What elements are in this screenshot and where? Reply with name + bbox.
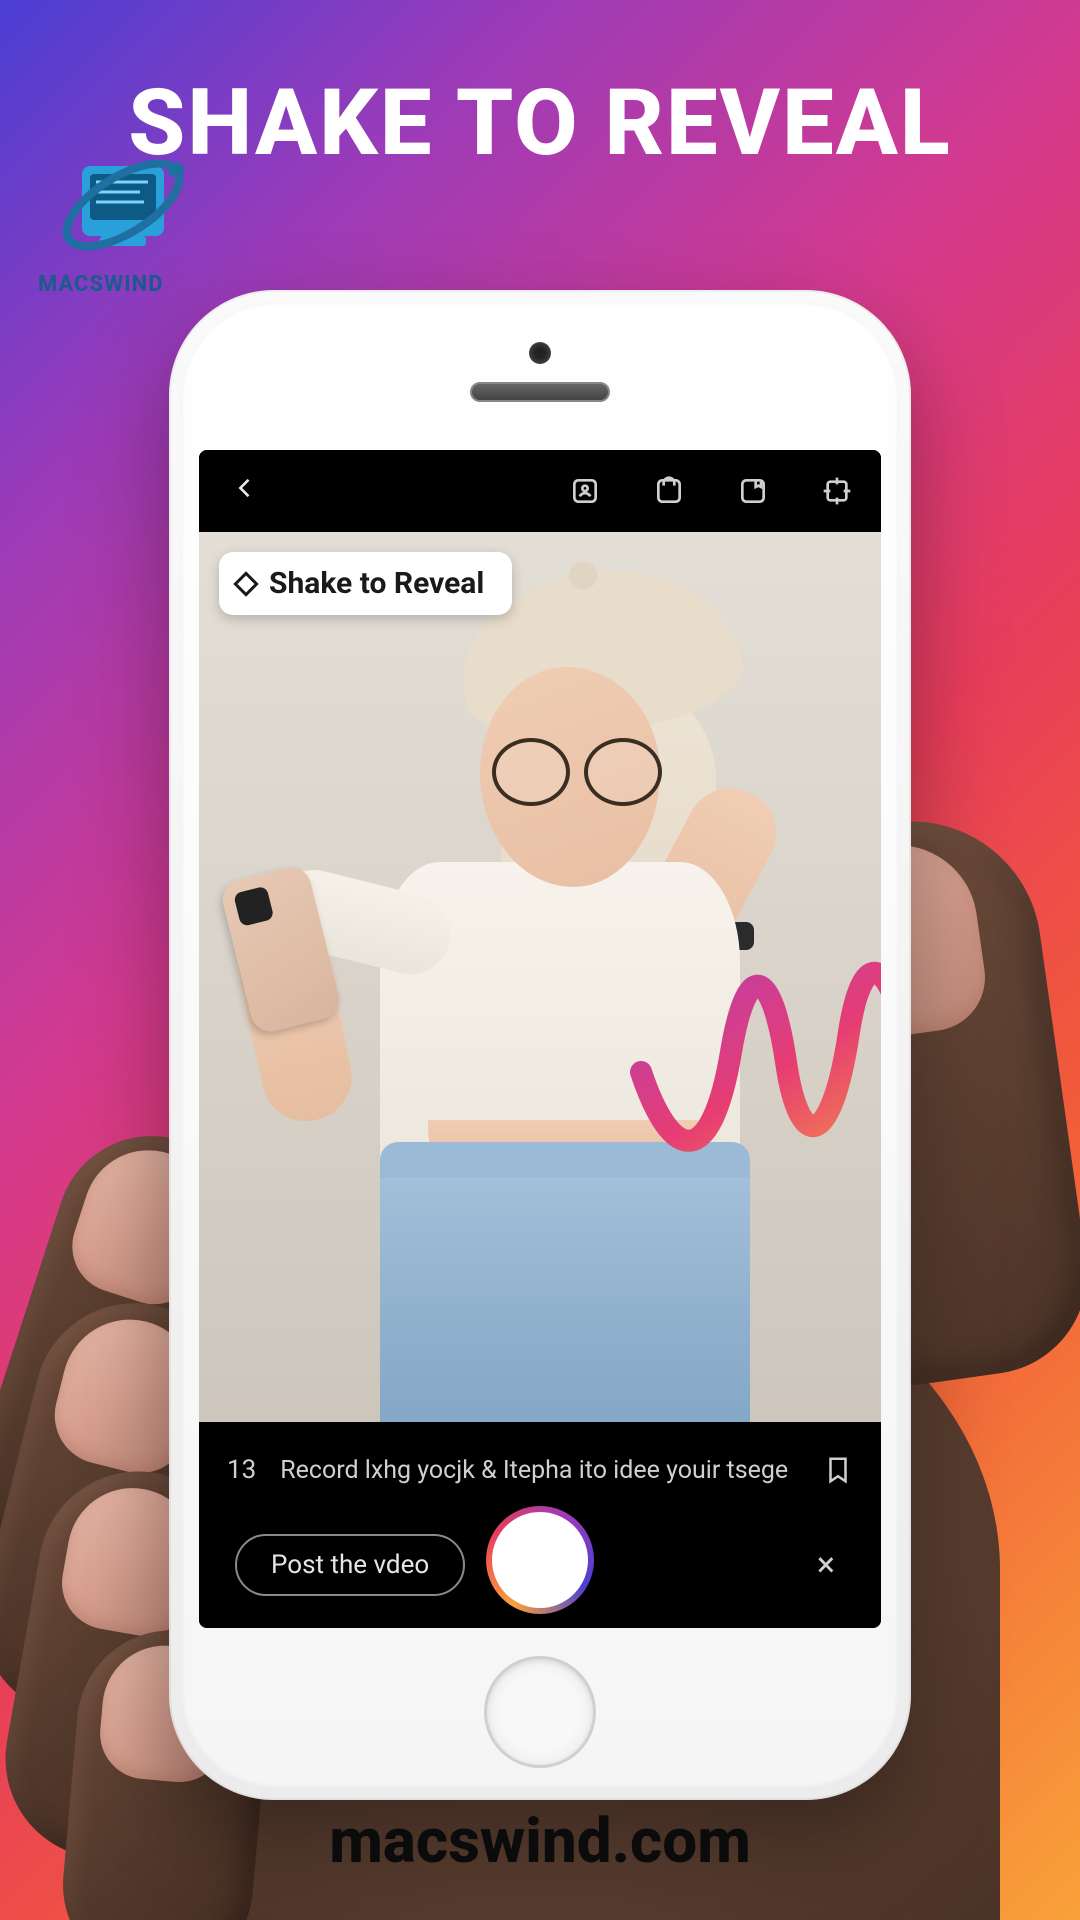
shutter-button[interactable] xyxy=(486,1506,594,1614)
note-icon[interactable] xyxy=(733,471,773,511)
app-screen: Shake to Reveal 13 Record lxhg yocjk & I… xyxy=(199,450,881,1628)
crop-icon[interactable] xyxy=(817,471,857,511)
post-button[interactable]: Post the vdeo xyxy=(235,1534,465,1596)
effect-chip[interactable]: Shake to Reveal xyxy=(219,552,512,615)
brand-text: MACSWIND xyxy=(38,272,164,297)
effect-chip-label: Shake to Reveal xyxy=(269,566,484,601)
phone-speaker xyxy=(470,382,610,402)
brand-logo xyxy=(48,130,198,280)
close-icon[interactable]: × xyxy=(807,1535,845,1595)
phone-mockup: Shake to Reveal 13 Record lxhg yocjk & I… xyxy=(169,290,911,1800)
step-number: 13 xyxy=(227,1455,256,1485)
diamond-icon xyxy=(233,571,258,596)
home-button[interactable] xyxy=(484,1656,596,1768)
phone-camera xyxy=(529,342,551,364)
control-bar: Post the vdeo × xyxy=(199,1502,881,1628)
camera-preview: Shake to Reveal xyxy=(199,532,881,1422)
bookmark-icon[interactable] xyxy=(823,1453,853,1487)
reveal-wave-graphic xyxy=(621,902,881,1202)
instruction-text: Record lxhg yocjk & Itepha ito idee youi… xyxy=(280,1456,799,1485)
top-toolbar xyxy=(199,450,881,532)
sticker-icon[interactable] xyxy=(565,471,605,511)
shop-icon[interactable] xyxy=(649,471,689,511)
footer-url: macswind.com xyxy=(0,1805,1080,1878)
back-icon[interactable] xyxy=(223,463,267,519)
